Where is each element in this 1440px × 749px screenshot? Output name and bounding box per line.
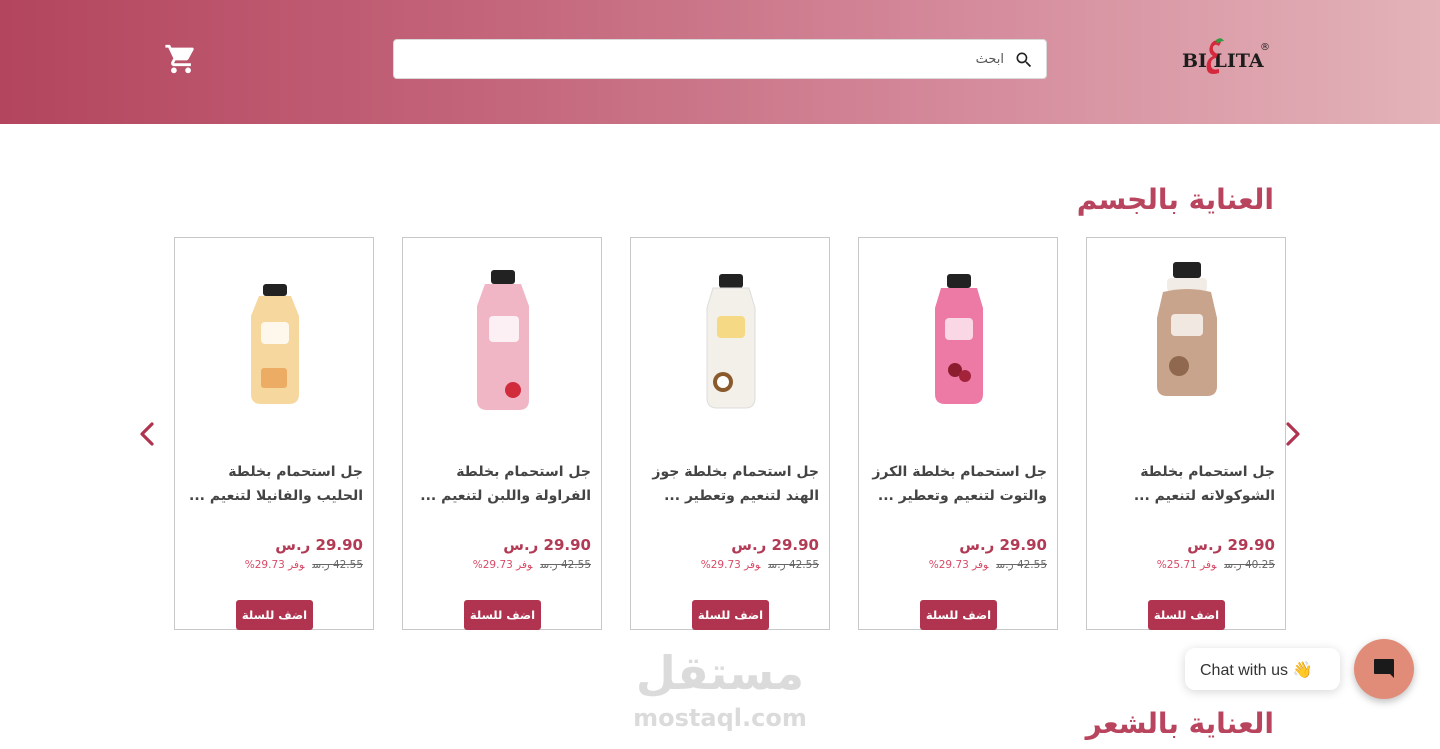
product-savings: وفر 29.73% bbox=[700, 559, 761, 571]
product-image[interactable] bbox=[433, 258, 573, 418]
product-card[interactable]: جل استحمام بخلطة الكرز والتوت لتنعيم وتع… bbox=[858, 237, 1058, 630]
product-name[interactable]: جل استحمام بخلطة الفراولة واللبن لتنعيم … bbox=[409, 460, 591, 508]
section-title-body-care: العناية بالجسم bbox=[1076, 183, 1274, 216]
product-image[interactable] bbox=[1117, 258, 1257, 418]
add-to-cart-button[interactable]: اضف للسلة bbox=[236, 600, 313, 630]
product-image[interactable] bbox=[661, 258, 801, 418]
product-savings: وفر 29.73% bbox=[244, 559, 305, 571]
product-discount-row: 40.25 ر.س وفر 25.71% bbox=[1157, 559, 1275, 571]
product-name[interactable]: جل استحمام بخلطة الحليب والفانيلا لتنعيم… bbox=[181, 460, 363, 508]
chat-with-us-label[interactable]: Chat with us 👋 bbox=[1185, 648, 1340, 690]
watermark-arabic: مستقل bbox=[635, 646, 805, 700]
watermark-latin: mostaql.com bbox=[633, 704, 807, 732]
product-old-price: 42.55 ر.س bbox=[996, 559, 1047, 571]
product-price: 29.90 ر.س bbox=[503, 536, 591, 554]
product-discount-row: 42.55 ر.س وفر 29.73% bbox=[473, 559, 591, 571]
mostaql-watermark: مستقل mostaql.com bbox=[630, 646, 810, 738]
product-savings: وفر 29.73% bbox=[928, 559, 989, 571]
product-savings: وفر 29.73% bbox=[472, 559, 533, 571]
search-input[interactable] bbox=[404, 40, 1004, 78]
product-price: 29.90 ر.س bbox=[1187, 536, 1275, 554]
product-discount-row: 42.55 ر.س وفر 29.73% bbox=[929, 559, 1047, 571]
registered-mark: ® bbox=[1260, 42, 1270, 53]
product-card[interactable]: جل استحمام بخلطة جوز الهند لتنعيم وتعطير… bbox=[630, 237, 830, 630]
product-image[interactable] bbox=[889, 258, 1029, 418]
product-old-price: 42.55 ر.س bbox=[768, 559, 819, 571]
product-discount-row: 42.55 ر.س وفر 29.73% bbox=[245, 559, 363, 571]
product-card[interactable]: جل استحمام بخلطة الحليب والفانيلا لتنعيم… bbox=[174, 237, 374, 630]
add-to-cart-button[interactable]: اضف للسلة bbox=[692, 600, 769, 630]
add-to-cart-button[interactable]: اضف للسلة bbox=[464, 600, 541, 630]
site-header: BI LITA ® bbox=[0, 0, 1440, 124]
search-box bbox=[393, 39, 1047, 79]
logo-e-mark-icon bbox=[1206, 38, 1224, 74]
cart-icon[interactable] bbox=[164, 42, 198, 76]
product-old-price: 42.55 ر.س bbox=[312, 559, 363, 571]
add-to-cart-button[interactable]: اضف للسلة bbox=[1148, 600, 1225, 630]
add-to-cart-button[interactable]: اضف للسلة bbox=[920, 600, 997, 630]
product-price: 29.90 ر.س bbox=[275, 536, 363, 554]
product-price: 29.90 ر.س bbox=[959, 536, 1047, 554]
product-old-price: 40.25 ر.س bbox=[1224, 559, 1275, 571]
product-price: 29.90 ر.س bbox=[731, 536, 819, 554]
product-image[interactable] bbox=[205, 258, 345, 418]
product-old-price: 42.55 ر.س bbox=[540, 559, 591, 571]
section-title-hair-care: العناية بالشعر bbox=[1085, 707, 1274, 740]
product-discount-row: 42.55 ر.س وفر 29.73% bbox=[701, 559, 819, 571]
product-card[interactable]: جل استحمام بخلطة الفراولة واللبن لتنعيم … bbox=[402, 237, 602, 630]
carousel-prev-arrow-icon[interactable] bbox=[135, 420, 159, 448]
search-icon[interactable] bbox=[1014, 50, 1034, 70]
product-card[interactable]: جل استحمام بخلطة الشوكولاته لتنعيم ... 2… bbox=[1086, 237, 1286, 630]
product-name[interactable]: جل استحمام بخلطة الشوكولاته لتنعيم ... bbox=[1093, 460, 1275, 508]
chat-launcher-button[interactable] bbox=[1354, 639, 1414, 699]
brand-logo[interactable]: BI LITA ® bbox=[1178, 38, 1274, 78]
product-savings: وفر 25.71% bbox=[1156, 559, 1217, 571]
chat-bubble-icon bbox=[1374, 659, 1394, 678]
product-name[interactable]: جل استحمام بخلطة جوز الهند لتنعيم وتعطير… bbox=[637, 460, 819, 508]
product-name[interactable]: جل استحمام بخلطة الكرز والتوت لتنعيم وتع… bbox=[865, 460, 1047, 508]
